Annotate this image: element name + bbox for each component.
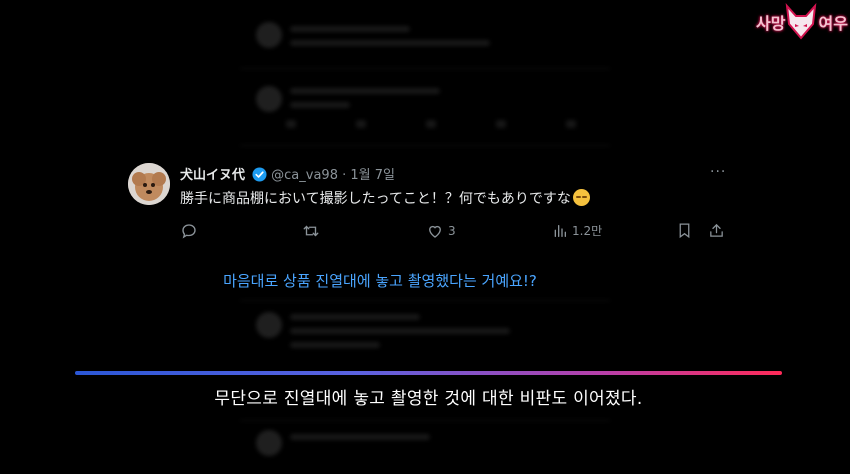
views-count: 1.2만 <box>572 224 603 238</box>
bg-avatar <box>256 312 282 338</box>
display-name[interactable]: 犬山イヌ代 <box>180 168 245 183</box>
bg-avatar <box>256 22 282 48</box>
caption-subtitle: 무단으로 진열대에 놓고 촬영한 것에 대한 비판도 이어졌다. <box>214 389 643 409</box>
heart-icon <box>429 225 441 238</box>
tweet-date[interactable]: 1월 7일 <box>350 168 395 183</box>
bg-divider <box>240 145 610 146</box>
tweet-card[interactable]: 犬山イヌ代 @ca_va98 · 1월 7일 ··· 勝手に商品棚において撮影し… <box>110 150 740 250</box>
tweet-action-bar: 3 1.2만 <box>180 222 740 244</box>
tweet-text-container: 勝手に商品棚において撮影したってこと！？何でもありですな <box>180 188 590 208</box>
bg-text-line <box>290 342 380 348</box>
bookmark-button[interactable] <box>676 222 693 239</box>
avatar[interactable] <box>128 163 170 205</box>
user-handle[interactable]: @ca_va98 <box>271 168 338 183</box>
dog-avatar-icon <box>128 163 170 205</box>
bg-text-line <box>290 102 350 108</box>
retweet-icon <box>303 225 319 237</box>
unamused-face-emoji <box>572 189 590 206</box>
channel-watermark: 사망 여우 <box>752 0 850 46</box>
fox-logo-icon <box>785 3 817 40</box>
translation-subtitle: 마음대로 상품 진열대에 놓고 촬영했다는 거예요!? <box>223 272 537 290</box>
share-button[interactable] <box>708 222 725 239</box>
tweet-text: 勝手に商品棚において撮影したってこと！？何でもありですな <box>180 191 571 207</box>
verified-badge-icon <box>252 167 267 182</box>
bg-divider <box>240 420 610 421</box>
header-separator: · <box>342 168 347 183</box>
bookmark-icon <box>679 223 690 239</box>
more-options-icon[interactable]: ··· <box>710 164 726 180</box>
bg-avatar <box>256 86 282 112</box>
bg-text-line <box>290 434 430 440</box>
reply-button[interactable] <box>180 222 198 240</box>
bg-text-line <box>290 88 440 94</box>
reply-icon <box>182 224 196 239</box>
bg-divider <box>240 300 610 301</box>
watermark-left-text: 사망 <box>756 14 786 33</box>
watermark-right-text: 여우 <box>818 14 848 33</box>
bg-text-line <box>290 40 490 46</box>
bg-text-line <box>290 314 420 320</box>
like-count: 3 <box>448 224 456 238</box>
bg-action-row <box>286 120 586 128</box>
retweet-button[interactable] <box>302 222 320 240</box>
tweet-header: 犬山イヌ代 @ca_va98 · 1월 7일 <box>180 164 395 183</box>
views-button[interactable]: 1.2만 <box>552 222 602 239</box>
views-chart-icon <box>554 224 566 237</box>
bg-text-line <box>290 26 410 32</box>
bg-divider <box>240 68 610 69</box>
caption-divider-bar <box>75 371 782 375</box>
bg-avatar <box>256 430 282 456</box>
like-button[interactable]: 3 <box>426 222 456 240</box>
bg-text-line <box>290 328 510 334</box>
share-icon <box>710 223 723 237</box>
